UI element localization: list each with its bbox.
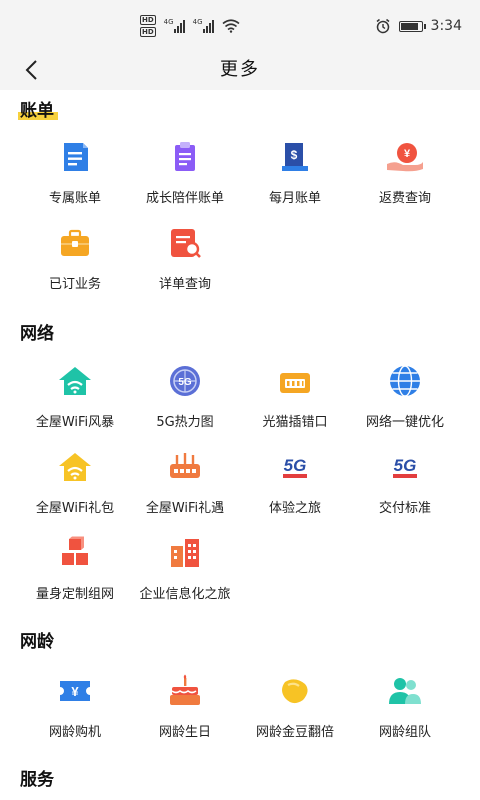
tile-label: 量身定制组网 [35, 587, 114, 602]
tile-age-birthday[interactable]: 网龄生日 [130, 667, 240, 747]
tile-monthly-bill[interactable]: $ 每月账单 [240, 133, 350, 213]
globe-icon [385, 361, 425, 401]
tile-label: 交付标准 [378, 501, 431, 516]
tile-label: 返费查询 [378, 191, 431, 206]
svg-text:¥: ¥ [404, 148, 411, 160]
tile-label: 全屋WiFi礼遇 [145, 501, 225, 516]
section-title-service: 服务 [20, 770, 54, 790]
tile-label: 5G热力图 [156, 415, 214, 430]
modem-port-icon [275, 361, 315, 401]
section-title-bill: 账单 [18, 96, 58, 121]
tile-custom-networking[interactable]: 量身定制组网 [20, 529, 130, 609]
tile-experience-journey[interactable]: 5G 体验之旅 [240, 443, 350, 523]
tile-label: 体验之旅 [268, 501, 321, 516]
clipboard-icon [165, 137, 205, 177]
tile-label: 详单查询 [158, 277, 211, 292]
detail-search-icon [165, 223, 205, 263]
signal-icon: 4G [164, 18, 185, 33]
gold-bean-icon [275, 671, 315, 711]
router-icon [165, 447, 205, 487]
yuan-ticket-icon: ¥ [55, 671, 95, 711]
tile-5g-heatmap[interactable]: 5G 5G热力图 [130, 357, 240, 437]
svg-text:5G: 5G [178, 377, 192, 388]
nav-bar: 更多 [0, 50, 480, 90]
tile-growth-bill[interactable]: 成长陪伴账单 [130, 133, 240, 213]
hd-badge: HD [140, 27, 156, 37]
birthday-cake-icon [165, 671, 205, 711]
tile-age-gold-bean[interactable]: 网龄金豆翻倍 [240, 667, 350, 747]
briefcase-icon [55, 223, 95, 263]
tile-label: 已订业务 [48, 277, 101, 292]
section-title-network: 网络 [20, 324, 54, 344]
section-title-age: 网龄 [20, 632, 54, 652]
status-bar: HD HD 4G 4G 3:34 [0, 0, 480, 50]
tile-age-phone-purchase[interactable]: ¥ 网龄购机 [20, 667, 130, 747]
alarm-icon [376, 18, 390, 34]
svg-text:$: $ [291, 148, 298, 162]
tile-modem-port[interactable]: 光猫插错口 [240, 357, 350, 437]
status-right: 3:34 [375, 14, 462, 38]
globe-5g-icon: 5G [165, 361, 205, 401]
tile-label: 网龄组队 [378, 725, 431, 740]
signal-icon: 4G [193, 18, 214, 33]
tile-delivery-standard[interactable]: 5G 交付标准 [350, 443, 460, 523]
hd-badges: HD HD [140, 15, 156, 37]
tile-label: 企业信息化之旅 [139, 587, 231, 602]
tile-subscribed-services[interactable]: 已订业务 [20, 219, 130, 299]
cashback-hand-icon: ¥ [385, 137, 425, 177]
tile-label: 专属账单 [48, 191, 101, 206]
tile-label: 网络一键优化 [365, 415, 444, 430]
network-type: 4G [163, 18, 174, 26]
tile-label: 全屋WiFi礼包 [35, 501, 115, 516]
status-time: 3:34 [430, 18, 462, 34]
wifi-gift-house-icon [55, 447, 95, 487]
tile-enterprise-it[interactable]: 企业信息化之旅 [130, 529, 240, 609]
battery-icon [398, 20, 426, 32]
wifi-icon [222, 19, 240, 33]
tile-label: 网龄生日 [158, 725, 211, 740]
tile-exclusive-bill[interactable]: 专属账单 [20, 133, 130, 213]
tile-cashback-query[interactable]: ¥ 返费查询 [350, 133, 460, 213]
status-indicators: HD HD 4G 4G [140, 14, 240, 38]
battery-level [400, 22, 418, 30]
building-icon [165, 533, 205, 573]
page-title: 更多 [220, 59, 260, 80]
tile-label: 网龄金豆翻倍 [255, 725, 334, 740]
tile-label: 每月账单 [268, 191, 321, 206]
tile-label: 网龄购机 [48, 725, 101, 740]
5g-logo-icon: 5G [385, 447, 425, 487]
network-type: 4G [192, 18, 203, 26]
tile-wifi-storm[interactable]: 全屋WiFi风暴 [20, 357, 130, 437]
tile-label: 全屋WiFi风暴 [35, 415, 115, 430]
wifi-house-icon [55, 361, 95, 401]
tile-label: 光猫插错口 [262, 415, 328, 430]
5g-logo-text: 5G [284, 456, 307, 475]
tile-age-team[interactable]: 网龄组队 [350, 667, 460, 747]
tile-wifi-gift-courtesy[interactable]: 全屋WiFi礼遇 [130, 443, 240, 523]
team-users-icon [385, 671, 425, 711]
tile-network-optimize[interactable]: 网络一键优化 [350, 357, 460, 437]
tile-label: 成长陪伴账单 [145, 191, 224, 206]
5g-logo-text: 5G [394, 456, 417, 475]
tile-wifi-gift-pack[interactable]: 全屋WiFi礼包 [20, 443, 130, 523]
cubes-icon [55, 533, 95, 573]
monthly-bill-icon: $ [275, 137, 315, 177]
svg-text:¥: ¥ [71, 684, 79, 699]
bill-document-icon [55, 137, 95, 177]
hd-badge: HD [140, 15, 156, 25]
tile-detail-query[interactable]: 详单查询 [130, 219, 240, 299]
5g-logo-icon: 5G [275, 447, 315, 487]
